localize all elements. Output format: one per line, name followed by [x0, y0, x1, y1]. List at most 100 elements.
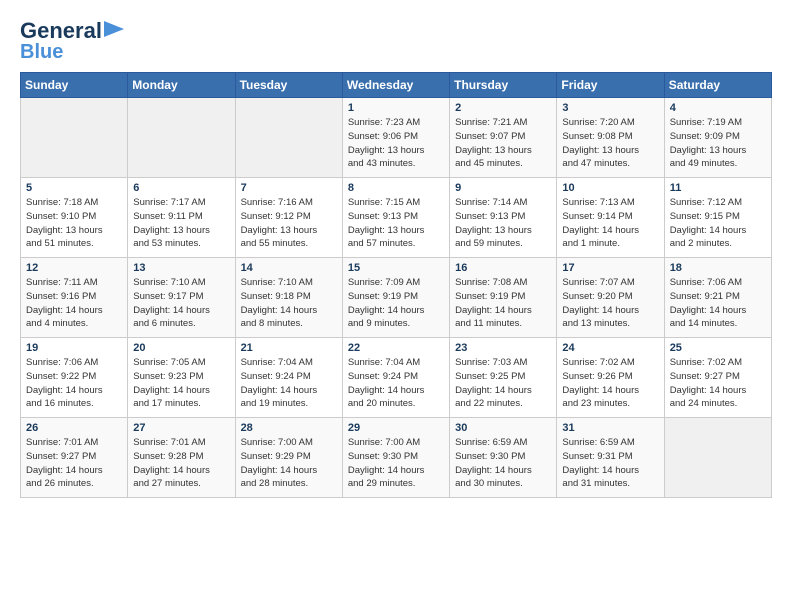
calendar-day-cell: 7 Sunrise: 7:16 AM Sunset: 9:12 PM Daylig… — [235, 178, 342, 258]
calendar-day-cell: 17 Sunrise: 7:07 AM Sunset: 9:20 PM Dayli… — [557, 258, 664, 338]
calendar-week-row: 1 Sunrise: 7:23 AM Sunset: 9:06 PM Daylig… — [21, 98, 772, 178]
calendar-day-cell: 9 Sunrise: 7:14 AM Sunset: 9:13 PM Daylig… — [450, 178, 557, 258]
day-number: 23 — [455, 342, 551, 354]
calendar-day-cell: 27 Sunrise: 7:01 AM Sunset: 9:28 PM Dayli… — [128, 418, 235, 498]
day-info: Sunrise: 7:01 AM Sunset: 9:27 PM Dayligh… — [26, 436, 122, 491]
day-number: 2 — [455, 102, 551, 114]
day-number: 13 — [133, 262, 229, 274]
calendar-day-cell: 24 Sunrise: 7:02 AM Sunset: 9:26 PM Dayli… — [557, 338, 664, 418]
calendar-day-cell: 4Sunrise: 7:19 AM Sunset: 9:09 PM Daylig… — [664, 98, 771, 178]
day-number: 24 — [562, 342, 658, 354]
day-info: Sunrise: 7:18 AM Sunset: 9:10 PM Dayligh… — [26, 196, 122, 251]
day-info: Sunrise: 7:10 AM Sunset: 9:18 PM Dayligh… — [241, 276, 337, 331]
calendar-day-cell — [664, 418, 771, 498]
calendar-day-cell: 28Sunrise: 7:00 AM Sunset: 9:29 PM Dayli… — [235, 418, 342, 498]
day-info: Sunrise: 7:06 AM Sunset: 9:22 PM Dayligh… — [26, 356, 122, 411]
day-info: Sunrise: 7:11 AM Sunset: 9:16 PM Dayligh… — [26, 276, 122, 331]
calendar-day-cell: 30 Sunrise: 6:59 AM Sunset: 9:30 PM Dayli… — [450, 418, 557, 498]
calendar-day-cell: 25Sunrise: 7:02 AM Sunset: 9:27 PM Dayli… — [664, 338, 771, 418]
day-info: Sunrise: 6:59 AM Sunset: 9:30 PM Dayligh… — [455, 436, 551, 491]
day-number: 21 — [241, 342, 337, 354]
calendar-day-cell: 19 Sunrise: 7:06 AM Sunset: 9:22 PM Dayli… — [21, 338, 128, 418]
calendar-day-cell: 2 Sunrise: 7:21 AM Sunset: 9:07 PM Daylig… — [450, 98, 557, 178]
calendar-day-cell: 26 Sunrise: 7:01 AM Sunset: 9:27 PM Dayli… — [21, 418, 128, 498]
day-of-week-header: Wednesday — [342, 73, 449, 98]
day-number: 18 — [670, 262, 766, 274]
calendar-day-cell — [235, 98, 342, 178]
calendar-day-cell: 13 Sunrise: 7:10 AM Sunset: 9:17 PM Dayli… — [128, 258, 235, 338]
calendar-week-row: 26 Sunrise: 7:01 AM Sunset: 9:27 PM Dayli… — [21, 418, 772, 498]
day-number: 7 — [241, 182, 337, 194]
calendar-week-row: 12 Sunrise: 7:11 AM Sunset: 9:16 PM Dayli… — [21, 258, 772, 338]
day-number: 29 — [348, 422, 444, 434]
day-number: 8 — [348, 182, 444, 194]
calendar-day-cell: 14 Sunrise: 7:10 AM Sunset: 9:18 PM Dayli… — [235, 258, 342, 338]
day-info: Sunrise: 7:04 AM Sunset: 9:24 PM Dayligh… — [241, 356, 337, 411]
day-info: Sunrise: 7:02 AM Sunset: 9:27 PM Dayligh… — [670, 356, 766, 411]
day-number: 6 — [133, 182, 229, 194]
day-number: 20 — [133, 342, 229, 354]
day-info: Sunrise: 7:10 AM Sunset: 9:17 PM Dayligh… — [133, 276, 229, 331]
day-number: 16 — [455, 262, 551, 274]
day-info: Sunrise: 7:03 AM Sunset: 9:25 PM Dayligh… — [455, 356, 551, 411]
day-info: Sunrise: 7:16 AM Sunset: 9:12 PM Dayligh… — [241, 196, 337, 251]
calendar-day-cell: 10Sunrise: 7:13 AM Sunset: 9:14 PM Dayli… — [557, 178, 664, 258]
day-number: 26 — [26, 422, 122, 434]
calendar-day-cell: 1 Sunrise: 7:23 AM Sunset: 9:06 PM Daylig… — [342, 98, 449, 178]
day-number: 19 — [26, 342, 122, 354]
day-info: Sunrise: 7:12 AM Sunset: 9:15 PM Dayligh… — [670, 196, 766, 251]
calendar-day-cell: 15Sunrise: 7:09 AM Sunset: 9:19 PM Dayli… — [342, 258, 449, 338]
day-number: 14 — [241, 262, 337, 274]
day-number: 3 — [562, 102, 658, 114]
calendar-day-cell: 8 Sunrise: 7:15 AM Sunset: 9:13 PM Daylig… — [342, 178, 449, 258]
calendar-day-cell — [21, 98, 128, 178]
day-of-week-header: Thursday — [450, 73, 557, 98]
day-info: Sunrise: 7:05 AM Sunset: 9:23 PM Dayligh… — [133, 356, 229, 411]
calendar-week-row: 5Sunrise: 7:18 AM Sunset: 9:10 PM Daylig… — [21, 178, 772, 258]
calendar-day-cell: 23 Sunrise: 7:03 AM Sunset: 9:25 PM Dayli… — [450, 338, 557, 418]
day-info: Sunrise: 7:08 AM Sunset: 9:19 PM Dayligh… — [455, 276, 551, 331]
day-info: Sunrise: 7:00 AM Sunset: 9:30 PM Dayligh… — [348, 436, 444, 491]
day-info: Sunrise: 7:07 AM Sunset: 9:20 PM Dayligh… — [562, 276, 658, 331]
day-number: 12 — [26, 262, 122, 274]
calendar-day-cell: 29 Sunrise: 7:00 AM Sunset: 9:30 PM Dayli… — [342, 418, 449, 498]
day-info: Sunrise: 7:15 AM Sunset: 9:13 PM Dayligh… — [348, 196, 444, 251]
day-number: 4 — [670, 102, 766, 114]
day-info: Sunrise: 7:06 AM Sunset: 9:21 PM Dayligh… — [670, 276, 766, 331]
day-number: 10 — [562, 182, 658, 194]
logo-text: General — [20, 20, 102, 42]
day-number: 15 — [348, 262, 444, 274]
day-info: Sunrise: 7:17 AM Sunset: 9:11 PM Dayligh… — [133, 196, 229, 251]
day-number: 30 — [455, 422, 551, 434]
logo-arrow-icon — [104, 21, 124, 37]
logo: General Blue — [20, 20, 124, 62]
day-info: Sunrise: 7:01 AM Sunset: 9:28 PM Dayligh… — [133, 436, 229, 491]
calendar-table: SundayMondayTuesdayWednesdayThursdayFrid… — [20, 72, 772, 498]
day-of-week-header: Monday — [128, 73, 235, 98]
day-of-week-header: Sunday — [21, 73, 128, 98]
calendar-header-row: SundayMondayTuesdayWednesdayThursdayFrid… — [21, 73, 772, 98]
calendar-day-cell: 18 Sunrise: 7:06 AM Sunset: 9:21 PM Dayli… — [664, 258, 771, 338]
calendar-day-cell: 5Sunrise: 7:18 AM Sunset: 9:10 PM Daylig… — [21, 178, 128, 258]
day-number: 31 — [562, 422, 658, 434]
day-info: Sunrise: 7:04 AM Sunset: 9:24 PM Dayligh… — [348, 356, 444, 411]
day-info: Sunrise: 7:14 AM Sunset: 9:13 PM Dayligh… — [455, 196, 551, 251]
calendar-day-cell: 3Sunrise: 7:20 AM Sunset: 9:08 PM Daylig… — [557, 98, 664, 178]
day-info: Sunrise: 7:02 AM Sunset: 9:26 PM Dayligh… — [562, 356, 658, 411]
day-info: Sunrise: 6:59 AM Sunset: 9:31 PM Dayligh… — [562, 436, 658, 491]
calendar-day-cell: 21 Sunrise: 7:04 AM Sunset: 9:24 PM Dayli… — [235, 338, 342, 418]
day-of-week-header: Tuesday — [235, 73, 342, 98]
day-info: Sunrise: 7:21 AM Sunset: 9:07 PM Dayligh… — [455, 116, 551, 171]
calendar-day-cell: 31 Sunrise: 6:59 AM Sunset: 9:31 PM Dayli… — [557, 418, 664, 498]
day-number: 27 — [133, 422, 229, 434]
day-number: 17 — [562, 262, 658, 274]
day-number: 9 — [455, 182, 551, 194]
calendar-day-cell: 11Sunrise: 7:12 AM Sunset: 9:15 PM Dayli… — [664, 178, 771, 258]
logo-blue-text: Blue — [20, 42, 63, 62]
day-info: Sunrise: 7:23 AM Sunset: 9:06 PM Dayligh… — [348, 116, 444, 171]
day-number: 1 — [348, 102, 444, 114]
day-number: 28 — [241, 422, 337, 434]
calendar-day-cell — [128, 98, 235, 178]
calendar-week-row: 19 Sunrise: 7:06 AM Sunset: 9:22 PM Dayli… — [21, 338, 772, 418]
day-number: 22 — [348, 342, 444, 354]
